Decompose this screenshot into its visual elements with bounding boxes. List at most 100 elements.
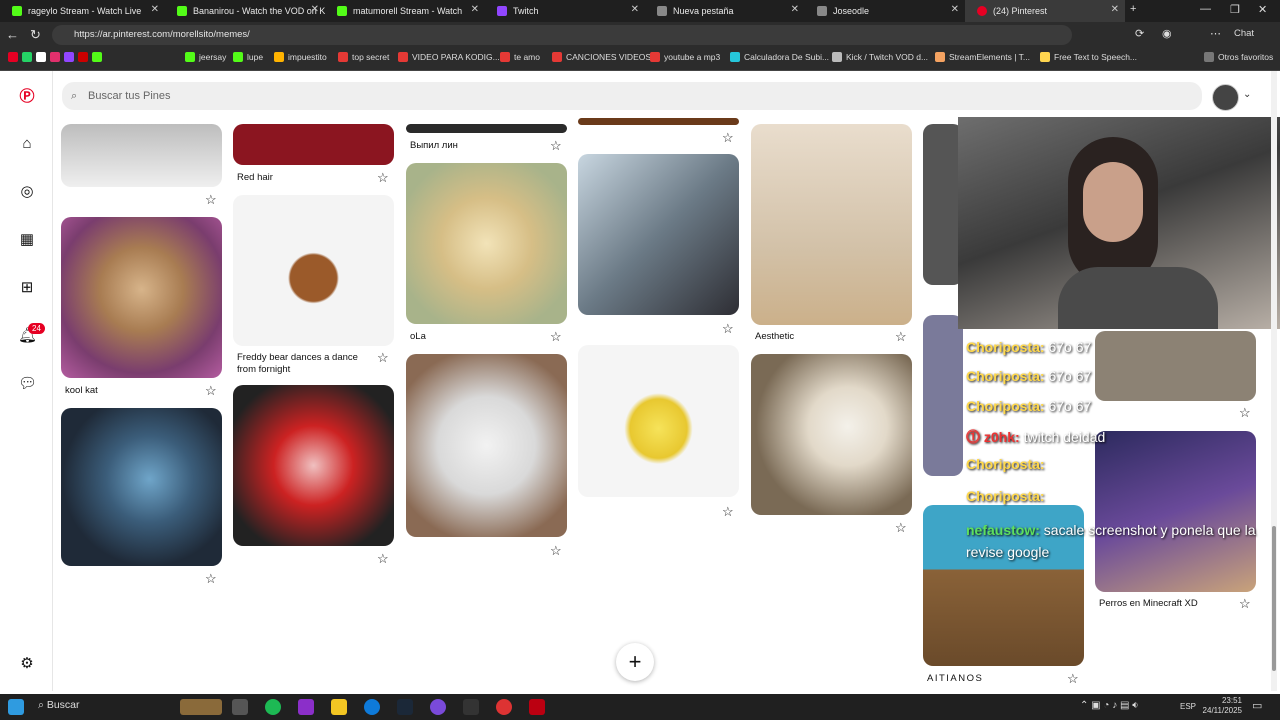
star-icon[interactable]: ☆ [1067, 671, 1079, 687]
start-icon[interactable] [8, 699, 24, 715]
close-icon[interactable]: ✕ [791, 4, 799, 15]
pin-image[interactable] [923, 124, 963, 285]
star-icon[interactable]: ☆ [895, 520, 907, 536]
pin-image[interactable] [406, 124, 567, 133]
close-icon[interactable]: ✕ [631, 4, 639, 15]
clock[interactable]: 23:51 24/11/2025 [1200, 696, 1242, 716]
avatar[interactable] [1212, 84, 1239, 111]
chevron-down-icon[interactable]: ⌄ [1243, 89, 1251, 100]
pin-image[interactable] [578, 154, 739, 315]
tab-matumorell[interactable]: matumorell Stream - Watch ✕ [325, 0, 485, 22]
back-icon[interactable]: ← [6, 27, 19, 42]
explore-icon[interactable]: ◎ [18, 183, 36, 201]
profile-icon[interactable]: ◉ [1162, 27, 1172, 40]
task-view-icon[interactable] [232, 699, 248, 715]
notification-icon[interactable]: ▭ [1252, 699, 1262, 712]
star-icon[interactable]: ☆ [205, 571, 217, 587]
bookmark-item[interactable]: jeersay [185, 52, 226, 62]
star-icon[interactable]: ☆ [377, 350, 389, 366]
pin-image[interactable] [578, 345, 739, 497]
pin-image[interactable] [233, 124, 394, 165]
pin-image[interactable] [923, 315, 963, 476]
maximize-button[interactable]: ❐ [1230, 3, 1240, 16]
bookmark-item[interactable]: impuestito [274, 52, 327, 62]
bookmark-item[interactable]: Free Text to Speech... [1040, 52, 1137, 62]
tab-rageylo[interactable]: rageylo Stream - Watch Live ✕ [0, 0, 165, 22]
pin-image[interactable] [1095, 431, 1256, 592]
chat-button[interactable]: Chat [1234, 28, 1254, 39]
pin-image[interactable] [751, 354, 912, 515]
star-icon[interactable]: ☆ [205, 192, 217, 208]
bookmark-item[interactable]: Kick / Twitch VOD d... [832, 52, 928, 62]
epic-games-icon[interactable] [463, 699, 479, 715]
pin-image[interactable] [233, 385, 394, 546]
star-icon[interactable]: ☆ [1239, 405, 1251, 421]
star-icon[interactable]: ☆ [550, 543, 562, 559]
pinterest-logo-icon[interactable]: Ⓟ [18, 88, 36, 106]
star-icon[interactable]: ☆ [377, 170, 389, 186]
tab-pinterest[interactable]: (24) Pinterest ✕ [965, 0, 1125, 22]
star-icon[interactable]: ☆ [895, 329, 907, 345]
bookmark-folder[interactable]: Otros favoritos [1204, 52, 1273, 62]
close-window-button[interactable]: ✕ [1258, 3, 1267, 16]
app-icon[interactable] [529, 699, 545, 715]
settings-icon[interactable]: ⚙ [18, 655, 36, 673]
pin-image[interactable] [61, 408, 222, 566]
star-icon[interactable]: ☆ [550, 329, 562, 345]
widgets-icon[interactable] [180, 699, 222, 715]
chrome-icon[interactable] [496, 699, 512, 715]
bookmark-item[interactable]: VIDEO PARA KODIG... [398, 52, 500, 62]
bookmark-item[interactable]: youtube a mp3 [650, 52, 720, 62]
star-icon[interactable]: ☆ [550, 138, 562, 154]
close-icon[interactable]: ✕ [1111, 4, 1119, 15]
star-icon[interactable]: ☆ [377, 551, 389, 567]
pin-image[interactable] [61, 124, 222, 187]
pin-image[interactable] [61, 217, 222, 378]
spotify-icon[interactable] [265, 699, 281, 715]
messages-icon[interactable]: 💬︎ [18, 375, 37, 393]
extensions-icon[interactable]: ⟳ [1135, 27, 1144, 40]
new-tab-button[interactable]: + [1130, 3, 1136, 15]
home-icon[interactable]: ⌂ [18, 135, 36, 153]
create-icon[interactable]: ⊞ [18, 279, 36, 297]
url-input[interactable]: https://ar.pinterest.com/morellsito/meme… [52, 25, 1072, 45]
app-icon[interactable] [298, 699, 314, 715]
scrollbar-thumb[interactable] [1272, 526, 1276, 671]
boards-icon[interactable]: ▦ [18, 231, 36, 249]
steam-icon[interactable] [397, 699, 413, 715]
bookmark-item[interactable]: StreamElements | T... [935, 52, 1030, 62]
menu-icon[interactable]: ⋯ [1210, 27, 1221, 40]
star-icon[interactable]: ☆ [1239, 596, 1251, 612]
pin-image[interactable] [1095, 331, 1256, 401]
search-input[interactable]: ⌕ Buscar tus Pines [62, 82, 1202, 110]
close-icon[interactable]: ✕ [311, 4, 319, 15]
minimize-button[interactable]: — [1200, 3, 1211, 15]
file-explorer-icon[interactable] [331, 699, 347, 715]
star-icon[interactable]: ☆ [722, 130, 734, 146]
tray-icons[interactable]: ⌃ ▣ ◔ ♪ ▤ 🔉︎ [1080, 700, 1139, 711]
tab-nueva[interactable]: Nueva pestaña ✕ [645, 0, 805, 22]
close-icon[interactable]: ✕ [151, 4, 159, 15]
tab-bananirou[interactable]: Bananirou - Watch the VOD on K ✕ [165, 0, 325, 22]
add-pin-button[interactable]: + [616, 643, 654, 681]
tab-joseodle[interactable]: Joseodle ✕ [805, 0, 965, 22]
pin-image[interactable] [751, 124, 912, 325]
language-indicator[interactable]: ESP [1180, 702, 1196, 711]
reload-icon[interactable]: ↻ [30, 27, 41, 43]
bookmark-item[interactable]: Calculadora De Subi... [730, 52, 829, 62]
star-icon[interactable]: ☆ [205, 383, 217, 399]
star-icon[interactable]: ☆ [722, 321, 734, 337]
bookmark-icons[interactable] [8, 52, 106, 62]
pin-image[interactable] [578, 118, 739, 125]
scrollbar[interactable] [1271, 71, 1277, 691]
pin-image[interactable] [406, 163, 567, 324]
bookmark-item[interactable]: top secret [338, 52, 389, 62]
star-icon[interactable]: ☆ [722, 504, 734, 520]
bookmark-item[interactable]: te amo [500, 52, 540, 62]
tab-twitch[interactable]: Twitch ✕ [485, 0, 645, 22]
pin-image[interactable] [406, 354, 567, 537]
pin-image[interactable] [233, 195, 394, 346]
app-icon[interactable] [430, 699, 446, 715]
bookmark-item[interactable]: CANCIONES VIDEOS [552, 52, 651, 62]
close-icon[interactable]: ✕ [951, 4, 959, 15]
